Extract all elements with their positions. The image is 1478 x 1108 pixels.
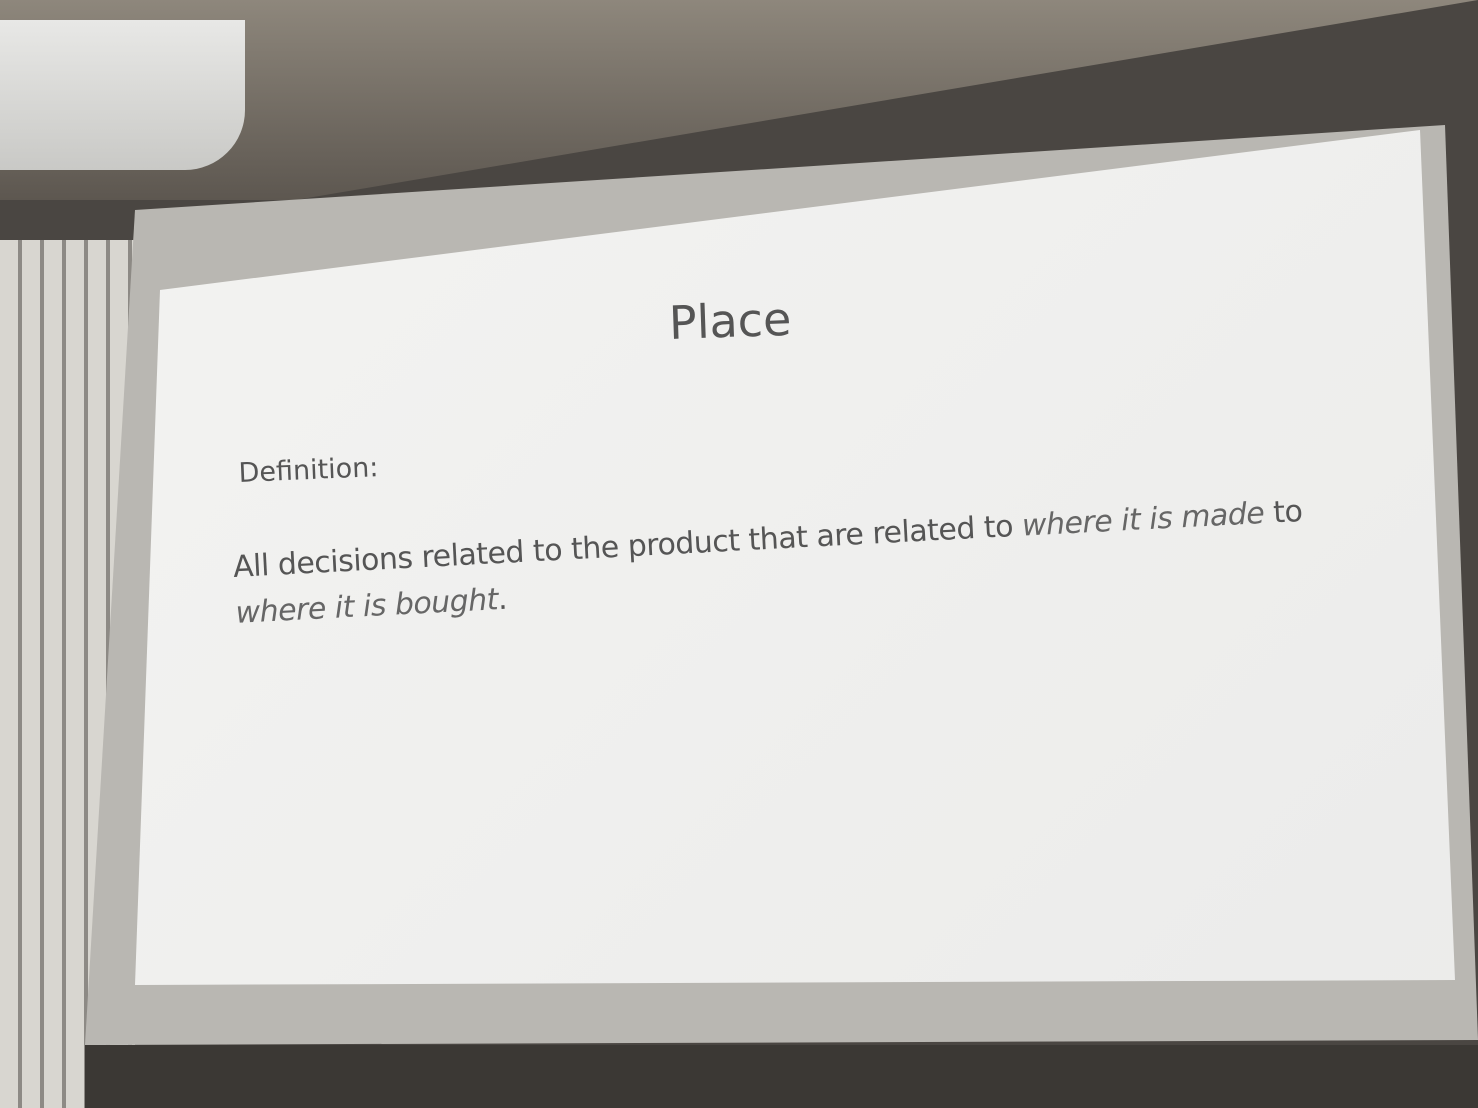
text-italic: where it is made (1021, 495, 1266, 544)
text-italic: where it is bought (234, 582, 499, 631)
text-part: All decisions related to the product tha… (232, 508, 1023, 585)
slide-content: Place Definition: All decisions related … (0, 0, 1478, 1108)
definition-label: Definition: (238, 452, 380, 489)
text-part: to (1263, 493, 1304, 531)
slide-title: Place (668, 291, 793, 350)
definition-text: All decisions related to the product tha… (232, 487, 1335, 636)
text-part: . (497, 581, 508, 618)
